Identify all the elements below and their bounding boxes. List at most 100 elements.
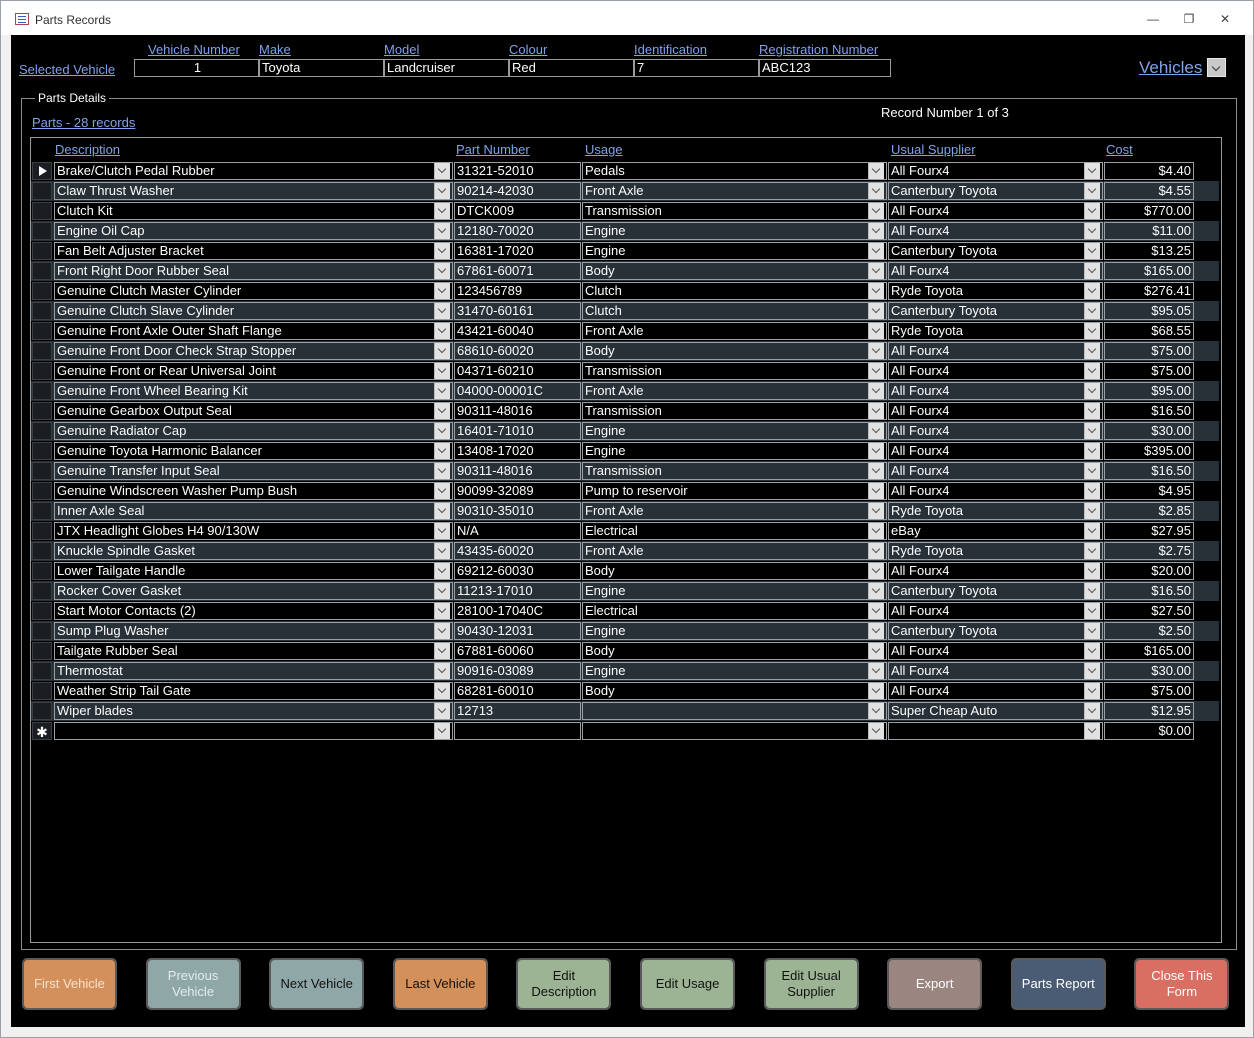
chevron-down-icon[interactable] — [1084, 723, 1100, 739]
first-vehicle-button[interactable]: First Vehicle — [22, 958, 117, 1010]
chevron-down-icon[interactable] — [868, 163, 884, 179]
chevron-down-icon[interactable] — [1084, 363, 1100, 379]
part-number-cell[interactable]: 04371-60210 — [454, 362, 581, 380]
usual-supplier-cell[interactable]: All Fourx4 — [888, 682, 1103, 700]
chevron-down-icon[interactable] — [868, 603, 884, 619]
usual-supplier-cell[interactable] — [888, 722, 1103, 740]
parts-report-button[interactable]: Parts Report — [1010, 958, 1106, 1010]
chevron-down-icon[interactable] — [1084, 483, 1100, 499]
chevron-down-icon[interactable] — [868, 683, 884, 699]
cost-cell[interactable]: $13.25 — [1104, 242, 1194, 260]
record-selector[interactable] — [32, 462, 52, 480]
table-row[interactable]: Genuine Front Wheel Bearing Kit 04000-000… — [31, 381, 1221, 401]
chevron-down-icon[interactable] — [434, 683, 450, 699]
usual-supplier-cell[interactable]: All Fourx4 — [888, 222, 1103, 240]
part-number-cell[interactable]: 68281-60010 — [454, 682, 581, 700]
usage-cell[interactable]: Front Axle — [582, 542, 887, 560]
cost-cell[interactable]: $27.95 — [1104, 522, 1194, 540]
chevron-down-icon[interactable] — [434, 503, 450, 519]
usual-supplier-cell[interactable]: All Fourx4 — [888, 202, 1103, 220]
table-row[interactable]: Genuine Windscreen Washer Pump Bush 90099… — [31, 481, 1221, 501]
usual-supplier-cell[interactable]: All Fourx4 — [888, 562, 1103, 580]
cost-cell[interactable]: $11.00 — [1104, 222, 1194, 240]
chevron-down-icon[interactable] — [1084, 303, 1100, 319]
chevron-down-icon[interactable] — [868, 503, 884, 519]
record-selector[interactable] — [32, 642, 52, 660]
part-number-cell[interactable]: 16381-17020 — [454, 242, 581, 260]
part-number-cell[interactable]: 43435-60020 — [454, 542, 581, 560]
part-number-cell[interactable]: 31321-52010 — [454, 162, 581, 180]
new-record-selector-icon[interactable]: ✱ — [32, 722, 52, 740]
chevron-down-icon[interactable] — [868, 543, 884, 559]
chevron-down-icon[interactable] — [434, 463, 450, 479]
record-selector[interactable] — [32, 262, 52, 280]
usual-supplier-cell[interactable]: Canterbury Toyota — [888, 582, 1103, 600]
cost-cell[interactable]: $75.00 — [1104, 682, 1194, 700]
part-number-cell[interactable]: N/A — [454, 522, 581, 540]
chevron-down-icon[interactable] — [1084, 383, 1100, 399]
cost-cell[interactable]: $276.41 — [1104, 282, 1194, 300]
cost-cell[interactable]: $165.00 — [1104, 262, 1194, 280]
previous-vehicle-button[interactable]: Previous Vehicle — [145, 958, 241, 1010]
usage-cell[interactable]: Engine — [582, 422, 887, 440]
cost-cell[interactable]: $4.55 — [1104, 182, 1194, 200]
record-selector[interactable] — [32, 302, 52, 320]
chevron-down-icon[interactable] — [1084, 703, 1100, 719]
chevron-down-icon[interactable] — [434, 423, 450, 439]
part-number-cell[interactable]: 16401-71010 — [454, 422, 581, 440]
part-number-cell[interactable]: 90311-48016 — [454, 462, 581, 480]
record-selector[interactable] — [32, 202, 52, 220]
part-number-cell[interactable]: 12180-70020 — [454, 222, 581, 240]
chevron-down-icon[interactable] — [868, 443, 884, 459]
description-cell[interactable]: Genuine Gearbox Output Seal — [54, 402, 453, 420]
cost-cell[interactable]: $0.00 — [1104, 722, 1194, 740]
chevron-down-icon[interactable] — [868, 723, 884, 739]
description-cell[interactable]: Genuine Transfer Input Seal — [54, 462, 453, 480]
table-row[interactable]: Engine Oil Cap 12180-70020 Engine All Fourx… — [31, 221, 1221, 241]
chevron-down-icon[interactable] — [868, 623, 884, 639]
usage-cell[interactable]: Electrical — [582, 522, 887, 540]
table-row[interactable]: Genuine Gearbox Output Seal 90311-48016 Tr… — [31, 401, 1221, 421]
cost-cell[interactable]: $95.00 — [1104, 382, 1194, 400]
chevron-down-icon[interactable] — [868, 343, 884, 359]
chevron-down-icon[interactable] — [434, 323, 450, 339]
description-cell[interactable]: Claw Thrust Washer — [54, 182, 453, 200]
description-cell[interactable]: Genuine Front Wheel Bearing Kit — [54, 382, 453, 400]
table-row[interactable]: Clutch Kit DTCK009 Transmission All Fourx4 $… — [31, 201, 1221, 221]
usual-supplier-cell[interactable]: All Fourx4 — [888, 462, 1103, 480]
usual-supplier-cell[interactable]: All Fourx4 — [888, 362, 1103, 380]
table-row[interactable]: Lower Tailgate Handle 69212-60030 Body All … — [31, 561, 1221, 581]
chevron-down-icon[interactable] — [434, 543, 450, 559]
usage-cell[interactable]: Engine — [582, 442, 887, 460]
part-number-cell[interactable]: 90099-32089 — [454, 482, 581, 500]
table-row[interactable]: Genuine Front Door Check Strap Stopper 68… — [31, 341, 1221, 361]
record-selector[interactable] — [32, 662, 52, 680]
description-cell[interactable]: Genuine Windscreen Washer Pump Bush — [54, 482, 453, 500]
usage-cell[interactable]: Engine — [582, 222, 887, 240]
part-number-cell[interactable]: 43421-60040 — [454, 322, 581, 340]
chevron-down-icon[interactable] — [1084, 243, 1100, 259]
chevron-down-icon[interactable] — [868, 323, 884, 339]
col-part-number-header[interactable]: Part Number — [456, 142, 530, 157]
chevron-down-icon[interactable] — [1084, 683, 1100, 699]
chevron-down-icon[interactable] — [434, 723, 450, 739]
usage-cell[interactable]: Body — [582, 342, 887, 360]
part-number-cell[interactable]: 13408-17020 — [454, 442, 581, 460]
table-row[interactable]: Start Motor Contacts (2) 28100-17040C Elec… — [31, 601, 1221, 621]
chevron-down-icon[interactable] — [868, 483, 884, 499]
new-record-row[interactable]: ✱ $0.00 — [31, 721, 1221, 741]
table-row[interactable]: Genuine Clutch Slave Cylinder 31470-60161… — [31, 301, 1221, 321]
table-row[interactable]: Tailgate Rubber Seal 67881-60060 Body All F… — [31, 641, 1221, 661]
cost-cell[interactable]: $95.05 — [1104, 302, 1194, 320]
usual-supplier-cell[interactable]: Canterbury Toyota — [888, 302, 1103, 320]
cost-cell[interactable]: $2.75 — [1104, 542, 1194, 560]
table-row[interactable]: Brake/Clutch Pedal Rubber 31321-52010 Peda… — [31, 161, 1221, 181]
chevron-down-icon[interactable] — [434, 703, 450, 719]
usual-supplier-cell[interactable]: All Fourx4 — [888, 422, 1103, 440]
record-selector[interactable] — [32, 382, 52, 400]
chevron-down-icon[interactable] — [1084, 663, 1100, 679]
chevron-down-icon[interactable] — [434, 283, 450, 299]
chevron-down-icon[interactable] — [434, 303, 450, 319]
cost-cell[interactable]: $2.50 — [1104, 622, 1194, 640]
parts-count-link[interactable]: Parts - 28 records — [32, 115, 135, 130]
